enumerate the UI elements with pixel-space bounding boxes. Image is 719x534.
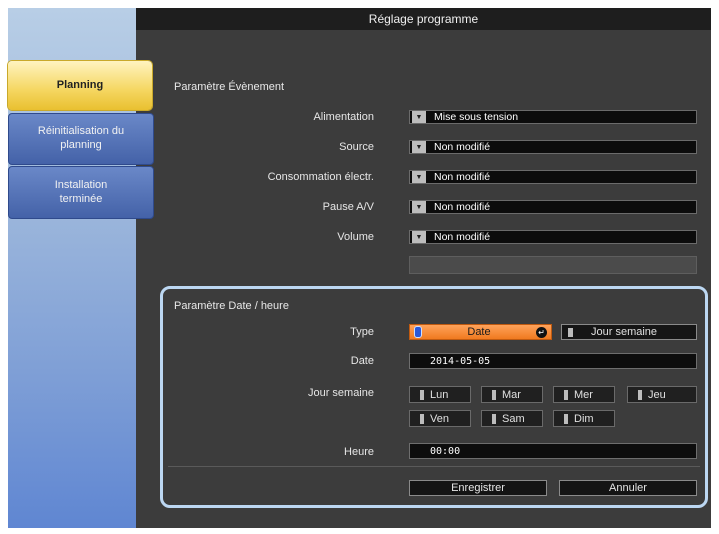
- hour-input[interactable]: 00:00: [409, 443, 697, 459]
- empty-slot: [409, 256, 697, 274]
- type-jour-semaine-option[interactable]: Jour semaine: [561, 324, 697, 340]
- day-label: Mar: [502, 388, 521, 401]
- day-checkbox-dim[interactable]: Dim: [553, 410, 615, 427]
- type-date-option[interactable]: Date ↵: [409, 324, 552, 340]
- dropdown-consommation-value: Non modifié: [434, 171, 491, 183]
- checkbox-icon: [564, 413, 568, 424]
- dropdown-consommation[interactable]: ▼ Non modifié: [409, 170, 697, 184]
- save-button[interactable]: Enregistrer: [409, 480, 547, 496]
- label-volume: Volume: [337, 231, 374, 243]
- day-checkbox-sam[interactable]: Sam: [481, 410, 543, 427]
- dropdown-pause-av-value: Non modifié: [434, 201, 491, 213]
- enter-icon: ↵: [536, 326, 547, 338]
- label-pause-av: Pause A/V: [322, 201, 374, 213]
- dropdown-source-value: Non modifié: [434, 141, 491, 153]
- day-checkbox-jeu[interactable]: Jeu: [627, 386, 697, 403]
- day-checkbox-mer[interactable]: Mer: [553, 386, 615, 403]
- checkbox-icon: [420, 413, 424, 424]
- tab-reinitialisation-label: Réinitialisation du planning: [37, 125, 125, 151]
- checkbox-icon: [638, 389, 642, 400]
- day-label: Jeu: [648, 388, 666, 401]
- label-jour-semaine: Jour semaine: [307, 387, 374, 399]
- label-source: Source: [339, 141, 374, 153]
- label-heure: Heure: [344, 446, 374, 458]
- tab-planning[interactable]: Planning: [8, 61, 152, 110]
- cancel-button[interactable]: Annuler: [559, 480, 697, 496]
- day-checkbox-mar[interactable]: Mar: [481, 386, 543, 403]
- dropdown-alimentation[interactable]: ▼ Mise sous tension: [409, 110, 697, 124]
- checkbox-icon: [420, 389, 424, 400]
- chevron-down-icon: ▼: [412, 201, 426, 213]
- day-label: Mer: [574, 388, 593, 401]
- label-consommation: Consommation électr.: [267, 171, 374, 183]
- checkbox-icon: [492, 389, 496, 400]
- tab-installation-label: Installation terminée: [54, 178, 108, 205]
- dropdown-alimentation-value: Mise sous tension: [434, 111, 519, 123]
- label-type: Type: [350, 326, 374, 338]
- dropdown-pause-av[interactable]: ▼ Non modifié: [409, 200, 697, 214]
- day-checkbox-lun[interactable]: Lun: [409, 386, 471, 403]
- radio-selected-icon: [414, 326, 422, 338]
- window-title: Réglage programme: [136, 8, 711, 30]
- checkbox-icon: [564, 389, 568, 400]
- tab-reinitialisation[interactable]: Réinitialisation du planning: [8, 113, 154, 165]
- label-date: Date: [350, 355, 374, 367]
- day-label: Ven: [430, 412, 449, 425]
- radio-unselected-icon: [568, 327, 573, 337]
- label-alimentation: Alimentation: [313, 111, 374, 123]
- day-checkbox-ven[interactable]: Ven: [409, 410, 471, 427]
- dropdown-volume[interactable]: ▼ Non modifié: [409, 230, 697, 244]
- chevron-down-icon: ▼: [412, 171, 426, 183]
- dropdown-volume-value: Non modifié: [434, 231, 491, 243]
- event-section-title: Paramètre Évènement: [174, 81, 285, 93]
- dropdown-source[interactable]: ▼ Non modifié: [409, 140, 697, 154]
- chevron-down-icon: ▼: [412, 141, 426, 153]
- chevron-down-icon: ▼: [412, 111, 426, 123]
- tab-installation[interactable]: Installation terminée: [8, 166, 154, 219]
- day-label: Lun: [430, 388, 449, 401]
- divider: [168, 466, 700, 467]
- type-date-label: Date: [467, 326, 491, 338]
- datetime-section-title: Paramètre Date / heure: [174, 300, 289, 312]
- checkbox-icon: [492, 413, 496, 424]
- type-jour-semaine-label: Jour semaine: [591, 326, 658, 338]
- day-label: Sam: [502, 412, 525, 425]
- chevron-down-icon: ▼: [412, 231, 426, 243]
- date-input[interactable]: 2014-05-05: [409, 353, 697, 369]
- day-label: Dim: [574, 412, 594, 425]
